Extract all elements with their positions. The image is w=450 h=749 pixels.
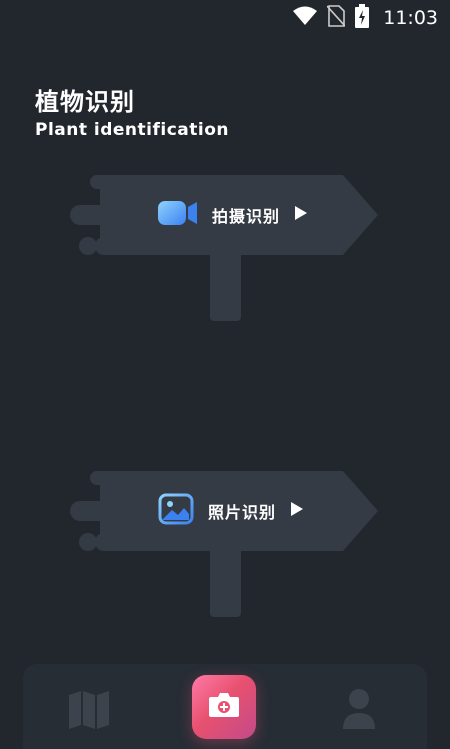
camera-icon — [208, 692, 240, 722]
status-bar: 11:03 — [0, 0, 450, 36]
photo-identify-sign[interactable]: 照片识别 — [0, 471, 450, 621]
user-icon[interactable] — [342, 688, 376, 734]
wifi-icon — [293, 6, 318, 30]
status-time: 11:03 — [383, 7, 438, 29]
no-sim-icon — [326, 5, 346, 31]
map-icon[interactable] — [68, 690, 110, 734]
photo-gallery-icon — [158, 493, 194, 529]
page-title: 植物识别 — [35, 88, 135, 116]
play-arrow-icon — [290, 501, 304, 521]
capture-identify-label: 拍摄识别 — [212, 207, 281, 226]
play-arrow-icon — [294, 205, 308, 225]
photo-identify-label: 照片识别 — [208, 503, 277, 522]
capture-identify-sign[interactable]: 拍摄识别 — [0, 175, 450, 325]
camera-button[interactable] — [192, 675, 256, 739]
video-camera-icon — [158, 199, 198, 231]
battery-charging-icon — [355, 4, 370, 32]
page-subtitle: Plant identification — [35, 120, 229, 140]
